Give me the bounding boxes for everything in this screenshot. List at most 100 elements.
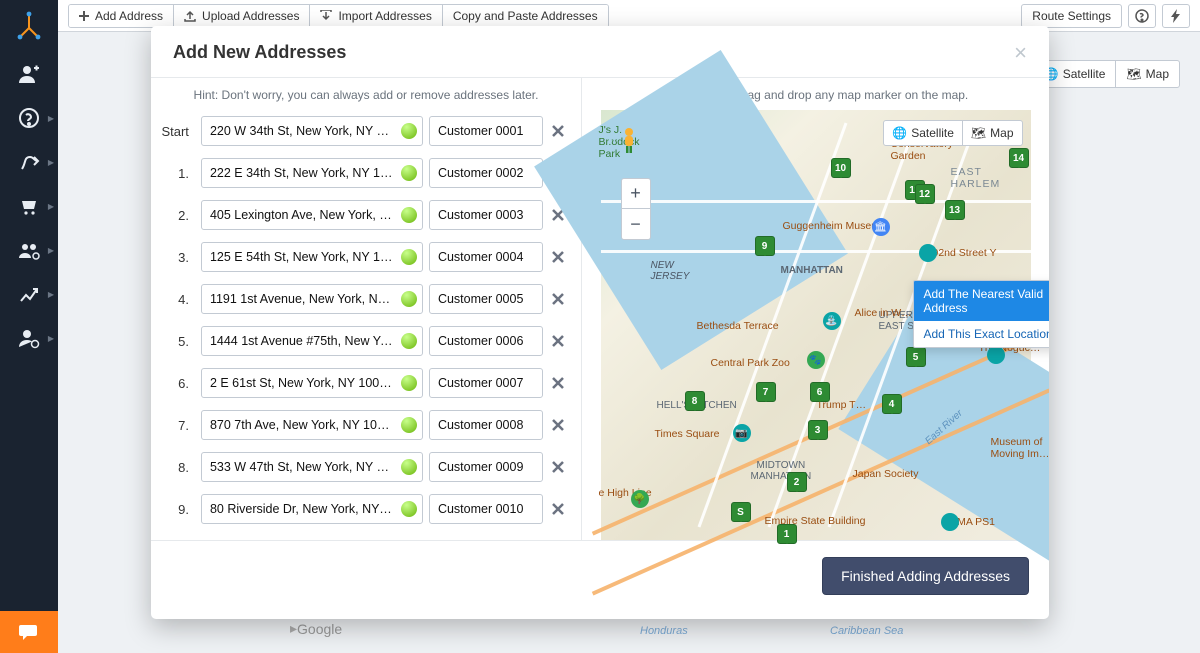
customer-input[interactable] bbox=[429, 200, 543, 230]
lightning-icon-button[interactable] bbox=[1162, 4, 1190, 28]
modal-header: Add New Addresses × bbox=[151, 26, 1049, 78]
poi-times: Times Square bbox=[655, 428, 720, 440]
bg-label-caribbean: Caribbean Sea bbox=[830, 625, 903, 637]
address-input[interactable] bbox=[201, 116, 423, 146]
map-marker-13[interactable]: 13 bbox=[945, 200, 965, 220]
address-input[interactable] bbox=[201, 200, 423, 230]
address-row: 1. bbox=[151, 152, 581, 194]
delete-row-button[interactable] bbox=[549, 331, 567, 351]
sidebar-item-user-settings[interactable]: ▶ bbox=[0, 316, 58, 360]
poi-icon-museum: 🏛 bbox=[872, 218, 890, 236]
customer-input[interactable] bbox=[429, 368, 543, 398]
route-settings-button[interactable]: Route Settings bbox=[1021, 4, 1122, 28]
map-marker-2[interactable]: 2 bbox=[787, 472, 807, 492]
delete-row-button[interactable] bbox=[549, 289, 567, 309]
map-marker-S[interactable]: S bbox=[731, 502, 751, 522]
customer-input[interactable] bbox=[429, 494, 543, 524]
paste-addresses-button[interactable]: Copy and Paste Addresses bbox=[443, 5, 608, 27]
address-input[interactable] bbox=[201, 284, 423, 314]
customer-input[interactable] bbox=[429, 452, 543, 482]
address-row: 3. bbox=[151, 236, 581, 278]
customer-input[interactable] bbox=[429, 158, 543, 188]
validated-icon bbox=[401, 375, 417, 391]
sidebar-item-analytics[interactable]: ▶ bbox=[0, 272, 58, 316]
left-sidebar: ▶ ▶ ▶ ▶ ▶ ▶ bbox=[0, 0, 58, 653]
zoom-out-button[interactable]: − bbox=[622, 209, 650, 239]
map-marker-1[interactable]: 1 bbox=[777, 524, 797, 544]
sidebar-chat-button[interactable] bbox=[0, 611, 58, 653]
bg-map-toggle[interactable]: 🌐 Satellite 🗺 Map bbox=[1033, 60, 1180, 88]
customer-input[interactable] bbox=[429, 116, 543, 146]
address-row: 4. bbox=[151, 278, 581, 320]
map-map-tab[interactable]: 🗺 Map bbox=[963, 121, 1022, 145]
sidebar-item-team[interactable]: ▶ bbox=[0, 228, 58, 272]
map-marker-6[interactable]: 6 bbox=[810, 382, 830, 402]
map-marker-14[interactable]: 14 bbox=[1009, 148, 1029, 168]
modal-close-button[interactable]: × bbox=[1014, 46, 1027, 60]
address-input[interactable] bbox=[201, 452, 423, 482]
pegman-icon[interactable] bbox=[617, 126, 645, 154]
import-addresses-label: Import Addresses bbox=[338, 9, 431, 23]
address-row: Start bbox=[151, 110, 581, 152]
validated-icon bbox=[401, 123, 417, 139]
upload-addresses-button[interactable]: Upload Addresses bbox=[174, 5, 310, 27]
customer-input[interactable] bbox=[429, 410, 543, 440]
app-logo[interactable] bbox=[0, 0, 58, 52]
customer-input[interactable] bbox=[429, 326, 543, 356]
bg-label-honduras: Honduras bbox=[640, 625, 688, 637]
address-input[interactable] bbox=[201, 494, 423, 524]
modal-title: Add New Addresses bbox=[173, 42, 346, 63]
help-icon-button[interactable] bbox=[1128, 4, 1156, 28]
sidebar-item-routes[interactable]: ▶ bbox=[0, 140, 58, 184]
row-number: 7. bbox=[151, 418, 195, 433]
left-hint: Hint: Don't worry, you can always add or… bbox=[151, 78, 581, 110]
map-marker-10[interactable]: 10 bbox=[831, 158, 851, 178]
address-input[interactable] bbox=[201, 242, 423, 272]
delete-row-button[interactable] bbox=[549, 121, 567, 141]
sidebar-item-orders[interactable]: ▶ bbox=[0, 184, 58, 228]
delete-row-button[interactable] bbox=[549, 247, 567, 267]
map-satellite-tab[interactable]: 🌐 Satellite bbox=[884, 121, 963, 145]
sidebar-item-add-user[interactable] bbox=[0, 52, 58, 96]
map-marker-3[interactable]: 3 bbox=[808, 420, 828, 440]
address-list[interactable]: Start1.2.3.4.5.6.7.8.9.10. bbox=[151, 110, 581, 530]
address-column: Hint: Don't worry, you can always add or… bbox=[151, 78, 582, 540]
map-marker-7[interactable]: 7 bbox=[756, 382, 776, 402]
delete-row-button[interactable] bbox=[549, 415, 567, 435]
sidebar-item-help[interactable]: ▶ bbox=[0, 96, 58, 140]
delete-row-button[interactable] bbox=[549, 373, 567, 393]
context-add-nearest[interactable]: Add The Nearest Valid Address bbox=[914, 281, 1050, 321]
finish-adding-button[interactable]: Finished Adding Addresses bbox=[822, 557, 1029, 595]
address-input[interactable] bbox=[201, 368, 423, 398]
customer-input[interactable] bbox=[429, 242, 543, 272]
map-canvas[interactable]: 🌐 Satellite 🗺 Map + − NEW JERSEY MANHATT… bbox=[601, 110, 1031, 540]
zoom-in-button[interactable]: + bbox=[622, 179, 650, 209]
customer-input[interactable] bbox=[429, 284, 543, 314]
address-input[interactable] bbox=[201, 410, 423, 440]
add-addresses-modal: Add New Addresses × Hint: Don't worry, y… bbox=[151, 26, 1049, 619]
row-number: 1. bbox=[151, 166, 195, 181]
map-marker-8[interactable]: 8 bbox=[685, 391, 705, 411]
row-number: 6. bbox=[151, 376, 195, 391]
delete-row-button[interactable] bbox=[549, 457, 567, 477]
address-row: 9. bbox=[151, 488, 581, 530]
map-marker-9[interactable]: 9 bbox=[755, 236, 775, 256]
modal-footer: Finished Adding Addresses bbox=[151, 540, 1049, 619]
import-addresses-button[interactable]: Import Addresses bbox=[310, 5, 442, 27]
delete-row-button[interactable] bbox=[549, 499, 567, 519]
address-input[interactable] bbox=[201, 326, 423, 356]
map-marker-4[interactable]: 4 bbox=[882, 394, 902, 414]
map-marker-12[interactable]: 12 bbox=[915, 184, 935, 204]
row-number: 9. bbox=[151, 502, 195, 517]
address-input[interactable] bbox=[201, 158, 423, 188]
map-toggle[interactable]: 🌐 Satellite 🗺 Map bbox=[883, 120, 1022, 146]
map-context-menu: Add The Nearest Valid Address Add This E… bbox=[913, 280, 1050, 348]
poi-92y: 92nd Street Y bbox=[933, 247, 997, 259]
validated-icon bbox=[401, 249, 417, 265]
add-address-button[interactable]: Add Address bbox=[69, 5, 174, 27]
map-marker-5[interactable]: 5 bbox=[906, 347, 926, 367]
poi-icon-fountain: ⛲ bbox=[823, 312, 841, 330]
bg-map-tab[interactable]: 🗺 Map bbox=[1116, 61, 1179, 87]
validated-icon bbox=[401, 333, 417, 349]
context-add-exact[interactable]: Add This Exact Location bbox=[914, 321, 1050, 347]
